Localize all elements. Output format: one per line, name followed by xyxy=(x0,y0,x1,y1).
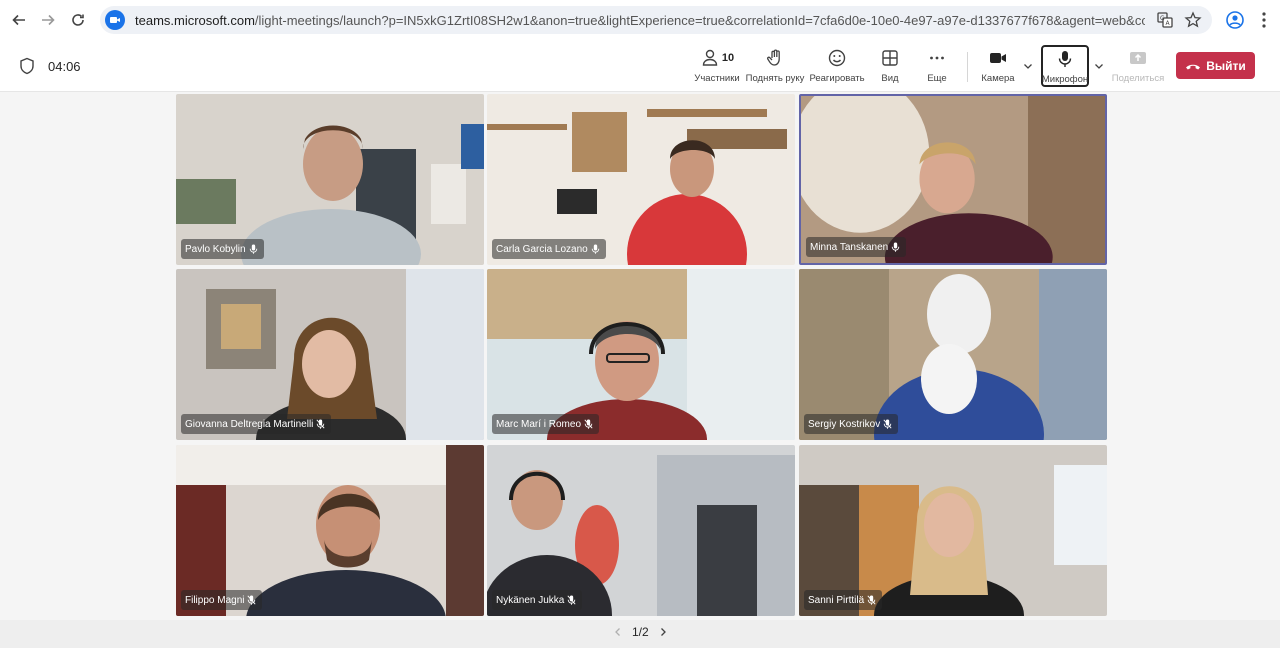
browser-menu-icon[interactable] xyxy=(1254,10,1274,30)
shield-icon[interactable] xyxy=(19,57,35,75)
svg-text:G: G xyxy=(1160,15,1165,22)
teams-video-icon xyxy=(105,10,125,30)
microphone-label: Микрофон xyxy=(1041,74,1089,85)
profile-icon[interactable] xyxy=(1225,10,1245,30)
leave-button[interactable]: Выйти xyxy=(1176,52,1255,79)
microphone-icon xyxy=(249,244,257,254)
video-tile[interactable]: Marc Marí i Romeo xyxy=(487,269,795,440)
video-tile[interactable]: Sanni Pirttilä xyxy=(799,445,1107,616)
page-indicator: 1/2 xyxy=(632,625,649,639)
raise-hand-label: Поднять руку xyxy=(745,73,805,84)
translate-icon[interactable]: GA xyxy=(1156,11,1174,29)
participant-name: Sergiy Kostrikov xyxy=(808,418,881,430)
participant-name: Minna Tanskanen xyxy=(810,241,889,253)
url-host: teams.microsoft.com xyxy=(135,12,255,28)
more-dots-icon xyxy=(930,56,944,60)
camera-icon xyxy=(990,53,1006,63)
chevron-left-icon[interactable] xyxy=(612,626,624,638)
chevron-right-icon[interactable] xyxy=(657,626,669,638)
participant-name-tag: Nykänen Jukka xyxy=(492,590,583,610)
camera-button[interactable]: Камера xyxy=(980,48,1016,88)
participant-name-tag: Sergiy Kostrikov xyxy=(804,414,899,434)
participants-count: 10 xyxy=(721,52,735,64)
microphone-muted-icon xyxy=(584,419,593,429)
video-tile[interactable]: Carla Garcia Lozano xyxy=(487,94,795,265)
smiley-icon xyxy=(828,49,846,67)
view-label: Вид xyxy=(881,73,899,84)
participant-name: Filippo Magni xyxy=(185,594,245,606)
hand-icon xyxy=(767,49,780,66)
share-button[interactable]: Поделиться xyxy=(1112,48,1164,88)
microphone-icon xyxy=(591,244,599,254)
video-tile[interactable]: Pavlo Kobylin xyxy=(176,94,484,265)
video-tile[interactable]: Filippo Magni xyxy=(176,445,484,616)
share-screen-icon xyxy=(1130,52,1146,64)
microphone-muted-icon xyxy=(883,419,892,429)
microphone-button[interactable]: Микрофон xyxy=(1041,45,1089,87)
url-text: teams.microsoft.com/light-meetings/launc… xyxy=(135,13,1145,28)
share-label: Поделиться xyxy=(1111,73,1165,84)
microphone-icon xyxy=(891,242,900,252)
browser-toolbar: teams.microsoft.com/light-meetings/launc… xyxy=(0,0,1280,40)
participant-name: Giovanna Deltregia Martinelli xyxy=(185,418,314,430)
microphone-muted-icon xyxy=(867,595,876,605)
participants-label: Участники xyxy=(694,73,740,84)
participant-name-tag: Giovanna Deltregia Martinelli xyxy=(181,414,332,434)
participants-button[interactable]: 10 Участники xyxy=(694,48,740,88)
meeting-toolbar: 04:06 10 Участники Поднять руку Реагиров… xyxy=(0,40,1280,92)
participant-name-tag: Filippo Magni xyxy=(181,590,263,610)
hang-up-icon xyxy=(1186,64,1201,69)
video-tile[interactable]: Giovanna Deltregia Martinelli xyxy=(176,269,484,440)
leave-label: Выйти xyxy=(1206,58,1246,73)
video-tile[interactable]: Sergiy Kostrikov xyxy=(799,269,1107,440)
microphone-options-chevron-icon[interactable] xyxy=(1093,60,1105,72)
participant-name-tag: Pavlo Kobylin xyxy=(181,239,264,259)
raise-hand-button[interactable]: Поднять руку xyxy=(745,48,805,88)
back-arrow-icon[interactable] xyxy=(4,5,34,35)
participant-name: Sanni Pirttilä xyxy=(808,594,865,606)
more-button[interactable]: Еще xyxy=(924,48,950,88)
more-label: Еще xyxy=(927,73,947,84)
video-tile-active-speaker[interactable]: Minna Tanskanen xyxy=(799,94,1107,265)
react-button[interactable]: Реагировать xyxy=(809,48,865,88)
microphone-icon xyxy=(1058,51,1072,67)
participant-name-tag: Sanni Pirttilä xyxy=(804,590,883,610)
participant-name: Carla Garcia Lozano xyxy=(496,243,588,255)
camera-options-chevron-icon[interactable] xyxy=(1022,60,1034,72)
camera-label: Камера xyxy=(981,73,1015,84)
participant-name: Nykänen Jukka xyxy=(496,594,565,606)
video-tile[interactable]: Nykänen Jukka xyxy=(487,445,795,616)
pagination-bar: 1/2 xyxy=(0,620,1280,648)
view-button[interactable]: Вид xyxy=(876,48,904,88)
people-icon xyxy=(702,49,718,66)
reload-icon[interactable] xyxy=(63,5,93,35)
video-grid: Pavlo Kobylin Carla Garcia Lozano Minna … xyxy=(176,94,1108,616)
microphone-muted-icon xyxy=(316,419,325,429)
react-label: Реагировать xyxy=(809,73,865,84)
url-path: /light-meetings/launch?p=IN5xkG1ZrtI08SH… xyxy=(254,12,1145,28)
microphone-muted-icon xyxy=(247,595,257,605)
participant-name: Marc Marí i Romeo xyxy=(496,418,582,430)
forward-arrow-icon[interactable] xyxy=(33,5,63,35)
participant-name-tag: Minna Tanskanen xyxy=(806,237,907,257)
grid-view-icon xyxy=(882,50,898,66)
microphone-muted-icon xyxy=(567,595,576,605)
star-bookmark-icon[interactable] xyxy=(1184,11,1202,29)
participant-name: Pavlo Kobylin xyxy=(185,243,246,255)
participant-name-tag: Carla Garcia Lozano xyxy=(492,239,606,259)
meeting-timer: 04:06 xyxy=(48,59,81,74)
toolbar-divider xyxy=(967,52,968,82)
address-bar[interactable]: teams.microsoft.com/light-meetings/launc… xyxy=(100,6,1212,34)
participant-name-tag: Marc Marí i Romeo xyxy=(492,414,600,434)
